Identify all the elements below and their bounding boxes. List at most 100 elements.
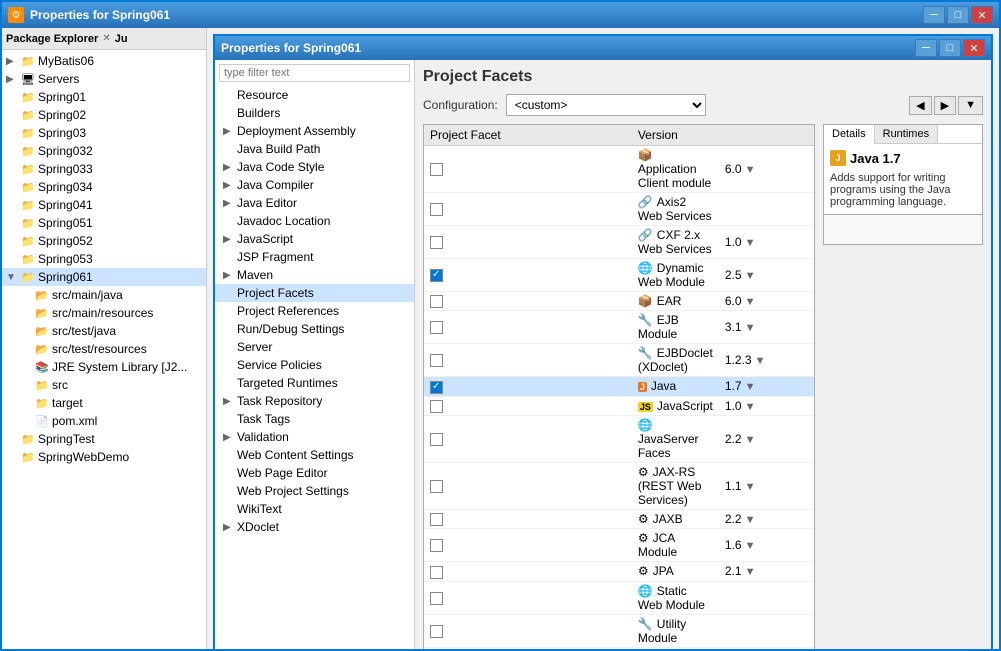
nav-item[interactable]: Run/Debug Settings	[215, 320, 414, 338]
nav-item[interactable]: Web Content Settings	[215, 446, 414, 464]
tab-details[interactable]: Details	[824, 125, 875, 144]
config-back-btn[interactable]: ◀	[909, 96, 931, 115]
tree-item[interactable]: 📁Spring034	[2, 178, 206, 196]
minimize-button[interactable]: ─	[923, 6, 945, 24]
facet-checkbox[interactable]	[430, 625, 443, 638]
maximize-button[interactable]: □	[947, 6, 969, 24]
nav-item[interactable]: Task Tags	[215, 410, 414, 428]
facet-checkbox[interactable]	[430, 354, 443, 367]
nav-item[interactable]: ▶Deployment Assembly	[215, 122, 414, 140]
version-dropdown-arrow[interactable]: ▼	[752, 355, 766, 367]
nav-item[interactable]: Java Build Path	[215, 140, 414, 158]
close-button[interactable]: ✕	[971, 6, 993, 24]
nav-item[interactable]: Javadoc Location	[215, 212, 414, 230]
facet-row[interactable]: ⚙JAXB2.2 ▼	[424, 509, 814, 528]
tree-item[interactable]: 📂src/main/resources	[2, 304, 206, 322]
facet-row[interactable]: 🔗Axis2 Web Services	[424, 193, 814, 226]
facet-checkbox[interactable]	[430, 539, 443, 552]
tree-item[interactable]: 📁Spring041	[2, 196, 206, 214]
tree-item[interactable]: 📁target	[2, 394, 206, 412]
facet-checkbox[interactable]	[430, 592, 443, 605]
nav-item[interactable]: ▶Java Editor	[215, 194, 414, 212]
facet-row[interactable]: JSJavaScript1.0 ▼	[424, 396, 814, 415]
nav-item[interactable]: Web Project Settings	[215, 482, 414, 500]
version-dropdown-arrow[interactable]: ▼	[742, 381, 756, 393]
version-dropdown-arrow[interactable]: ▼	[742, 322, 756, 334]
facet-row[interactable]: 🔧EJB Module3.1 ▼	[424, 311, 814, 344]
nav-item[interactable]: Project References	[215, 302, 414, 320]
facet-checkbox[interactable]	[430, 513, 443, 526]
facet-row[interactable]: ⚙JAX-RS (REST Web Services)1.1 ▼	[424, 462, 814, 509]
config-menu-btn[interactable]: ▼	[958, 96, 983, 115]
facet-checkbox[interactable]	[430, 163, 443, 176]
facet-row[interactable]: 📦EAR6.0 ▼	[424, 292, 814, 311]
facet-row[interactable]: 🌐JavaServer Faces2.2 ▼	[424, 415, 814, 462]
dialog-maximize-btn[interactable]: □	[939, 39, 961, 57]
facet-row[interactable]: 🌐Web Fragment Module3.0 ▼	[424, 647, 814, 649]
facet-row[interactable]: 🌐Static Web Module	[424, 581, 814, 614]
tree-item[interactable]: 📁src	[2, 376, 206, 394]
version-dropdown-arrow[interactable]: ▼	[742, 401, 756, 413]
tree-item[interactable]: 📁Spring01	[2, 88, 206, 106]
nav-item[interactable]: ▶Maven	[215, 266, 414, 284]
tree-item[interactable]: 📂src/test/java	[2, 322, 206, 340]
tree-item[interactable]: 📁SpringWebDemo	[2, 448, 206, 466]
nav-item[interactable]: ▶JavaScript	[215, 230, 414, 248]
facet-row[interactable]: 📦Application Client module6.0 ▼	[424, 146, 814, 193]
dialog-minimize-btn[interactable]: ─	[915, 39, 937, 57]
facet-checkbox[interactable]	[430, 203, 443, 216]
nav-item[interactable]: Server	[215, 338, 414, 356]
nav-item[interactable]: JSP Fragment	[215, 248, 414, 266]
nav-item[interactable]: Web Page Editor	[215, 464, 414, 482]
facet-checkbox[interactable]	[430, 480, 443, 493]
junit-tab[interactable]: Ju	[115, 33, 128, 45]
nav-item[interactable]: Targeted Runtimes	[215, 374, 414, 392]
tree-item[interactable]: 📁Spring052	[2, 232, 206, 250]
tree-item[interactable]: 📁Spring051	[2, 214, 206, 232]
nav-item[interactable]: Project Facets	[215, 284, 414, 302]
nav-item[interactable]: ▶Java Compiler	[215, 176, 414, 194]
facet-checkbox[interactable]	[430, 381, 443, 394]
tree-item[interactable]: 📁Spring053	[2, 250, 206, 268]
nav-item[interactable]: ▶Validation	[215, 428, 414, 446]
facet-row[interactable]: ⚙JPA2.1 ▼	[424, 562, 814, 581]
facet-row[interactable]: 🔧Utility Module	[424, 614, 814, 647]
version-dropdown-arrow[interactable]: ▼	[742, 514, 756, 526]
facet-row[interactable]: ⚙JCA Module1.6 ▼	[424, 529, 814, 562]
tree-item[interactable]: 📁Spring02	[2, 106, 206, 124]
nav-item[interactable]: WikiText	[215, 500, 414, 518]
nav-item[interactable]: Service Policies	[215, 356, 414, 374]
version-dropdown-arrow[interactable]: ▼	[742, 237, 756, 249]
facet-checkbox[interactable]	[430, 321, 443, 334]
facet-checkbox[interactable]	[430, 269, 443, 282]
version-dropdown-arrow[interactable]: ▼	[742, 164, 756, 176]
dialog-close-btn[interactable]: ✕	[963, 39, 985, 57]
version-dropdown-arrow[interactable]: ▼	[742, 566, 756, 578]
version-dropdown-arrow[interactable]: ▼	[742, 481, 756, 493]
tree-item[interactable]: 📂src/main/java	[2, 286, 206, 304]
facet-row[interactable]: 🔗CXF 2.x Web Services1.0 ▼	[424, 226, 814, 259]
tree-item[interactable]: ▶🖥Servers	[2, 70, 206, 88]
nav-item[interactable]: ▶Task Repository	[215, 392, 414, 410]
version-dropdown-arrow[interactable]: ▼	[742, 540, 756, 552]
tree-item[interactable]: 📁Spring033	[2, 160, 206, 178]
nav-item[interactable]: ▶Java Code Style	[215, 158, 414, 176]
version-dropdown-arrow[interactable]: ▼	[742, 296, 756, 308]
nav-item[interactable]: Builders	[215, 104, 414, 122]
config-forward-btn[interactable]: ▶	[934, 96, 956, 115]
facet-checkbox[interactable]	[430, 236, 443, 249]
tree-item[interactable]: 📚JRE System Library [J2...	[2, 358, 206, 376]
config-select[interactable]: <custom>	[506, 94, 706, 116]
version-dropdown-arrow[interactable]: ▼	[742, 434, 756, 446]
nav-item[interactable]: ▶XDoclet	[215, 518, 414, 536]
tree-item[interactable]: 📄pom.xml	[2, 412, 206, 430]
nav-filter-input[interactable]	[219, 64, 410, 82]
facet-checkbox[interactable]	[430, 433, 443, 446]
tab-runtimes[interactable]: Runtimes	[875, 125, 938, 143]
tree-item[interactable]: 📁Spring03	[2, 124, 206, 142]
tree-item[interactable]: 📂src/test/resources	[2, 340, 206, 358]
tree-item[interactable]: ▶📁MyBatis06	[2, 52, 206, 70]
facet-row[interactable]: 🌐Dynamic Web Module2.5 ▼	[424, 259, 814, 292]
version-dropdown-arrow[interactable]: ▼	[742, 270, 756, 282]
tree-item[interactable]: ▼📁Spring061	[2, 268, 206, 286]
